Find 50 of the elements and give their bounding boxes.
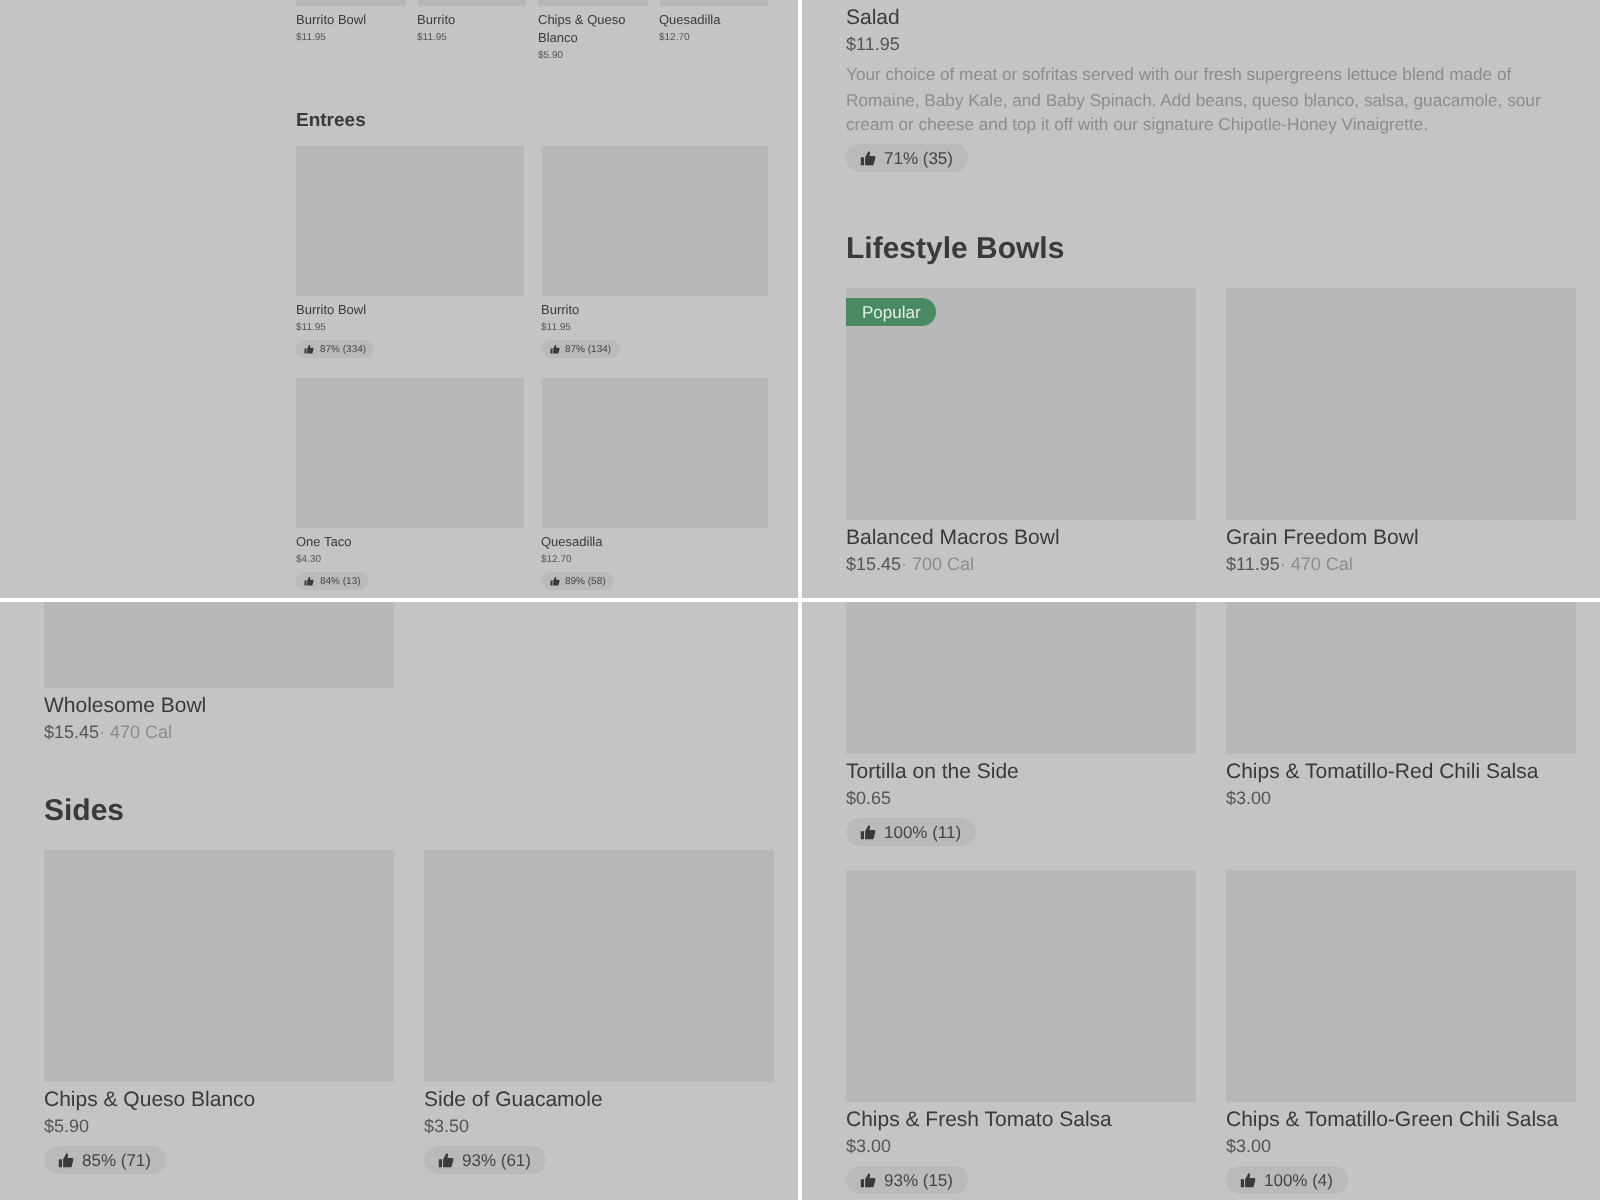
item-price: $5.90 <box>44 1114 90 1140</box>
section-heading: Sides <box>44 794 127 828</box>
menu-item-card[interactable]: Grain Freedom Bowl $11.95· 470 Cal <box>1226 287 1576 577</box>
rating-text: 71% (35) <box>884 147 953 167</box>
menu-item-card[interactable]: Side of Guacamole $3.50 93% (61) <box>424 850 774 1174</box>
thumbs-up-icon <box>549 344 559 354</box>
item-name: Grain Freedom Bowl <box>1226 525 1419 551</box>
rating-text: 100% (4) <box>1264 1170 1333 1190</box>
item-price: $3.00 <box>846 1134 892 1160</box>
section-heading: Entrees <box>296 110 368 132</box>
item-name: Chips & Fresh Tomato Salsa <box>846 1108 1112 1134</box>
item-name: Balanced Macros Bowl <box>846 525 1060 551</box>
item-name: Chips & Queso Blanco <box>44 1088 256 1114</box>
rating-text: 93% (15) <box>884 1170 953 1190</box>
popular-badge: Popular <box>846 297 937 325</box>
item-name: Side of Guacamole <box>424 1088 603 1114</box>
item-name: Chips & Tomatillo-Green Chili Salsa <box>1226 1108 1559 1134</box>
thumbs-up-icon <box>860 824 876 840</box>
menu-item-card[interactable]: Wholesome Bowl $15.45· 470 Cal <box>44 602 394 746</box>
thumbs-up-icon <box>860 1172 876 1188</box>
menu-item-card[interactable]: Chips & Tomatillo-Red Chili Salsa $3.00 <box>1226 602 1576 846</box>
rating-text: 100% (11) <box>884 822 962 842</box>
thumbs-up-icon <box>58 1152 74 1168</box>
item-price: $11.95· 470 Cal <box>1226 551 1353 577</box>
item-price: $11.95 <box>846 32 900 58</box>
item-name: Tortilla on the Side <box>846 760 1019 786</box>
item-name: Chips & Tomatillo-Red Chili Salsa <box>1226 760 1539 786</box>
item-price: $15.45· 700 Cal <box>846 551 975 577</box>
thumbs-up-icon <box>549 576 559 586</box>
item-price: $15.45· 470 Cal <box>44 720 173 746</box>
item-price: $3.00 <box>1226 1134 1272 1160</box>
thumbs-up-icon <box>304 576 314 586</box>
item-price: $3.00 <box>1226 786 1272 812</box>
section-heading: Lifestyle Bowls <box>846 231 1067 265</box>
thumbs-up-icon <box>860 149 876 165</box>
menu-item-card[interactable]: Chips & Tomatillo-Green Chili Salsa $3.00 100% (4) <box>1226 870 1576 1194</box>
thumbs-up-icon <box>438 1152 454 1168</box>
item-price: $0.65 <box>846 786 892 812</box>
thumbs-up-icon <box>304 344 314 354</box>
rating-text: 93% (61) <box>462 1150 531 1170</box>
item-price: $3.50 <box>424 1114 470 1140</box>
rating-text: 85% (71) <box>82 1150 151 1170</box>
menu-item-card[interactable]: Tortilla on the Side $0.65 100% (11) <box>846 602 1196 846</box>
menu-item-card[interactable]: Chips & Fresh Tomato Salsa $3.00 93% (15) <box>846 870 1196 1194</box>
item-description: Your choice of meat or sofritas served with our fresh supergreens lettuce blend made of Romaine, Baby Kale, and Baby Spinach. Add beans, queso blanco, salsa, guacamole, sour cream or cheese and top it off with our signature Chipotle-Honey Vinaigrette. <box>846 62 1543 137</box>
thumbs-up-icon <box>1240 1172 1256 1188</box>
menu-item-card[interactable]: Chips & Queso Blanco $5.90 85% (71) <box>44 850 394 1174</box>
item-name: Wholesome Bowl <box>44 694 207 720</box>
menu-item-card[interactable]: Popular Balanced Macros Bowl $15.45· 700 Cal <box>846 287 1196 577</box>
item-name: Salad <box>846 6 900 32</box>
